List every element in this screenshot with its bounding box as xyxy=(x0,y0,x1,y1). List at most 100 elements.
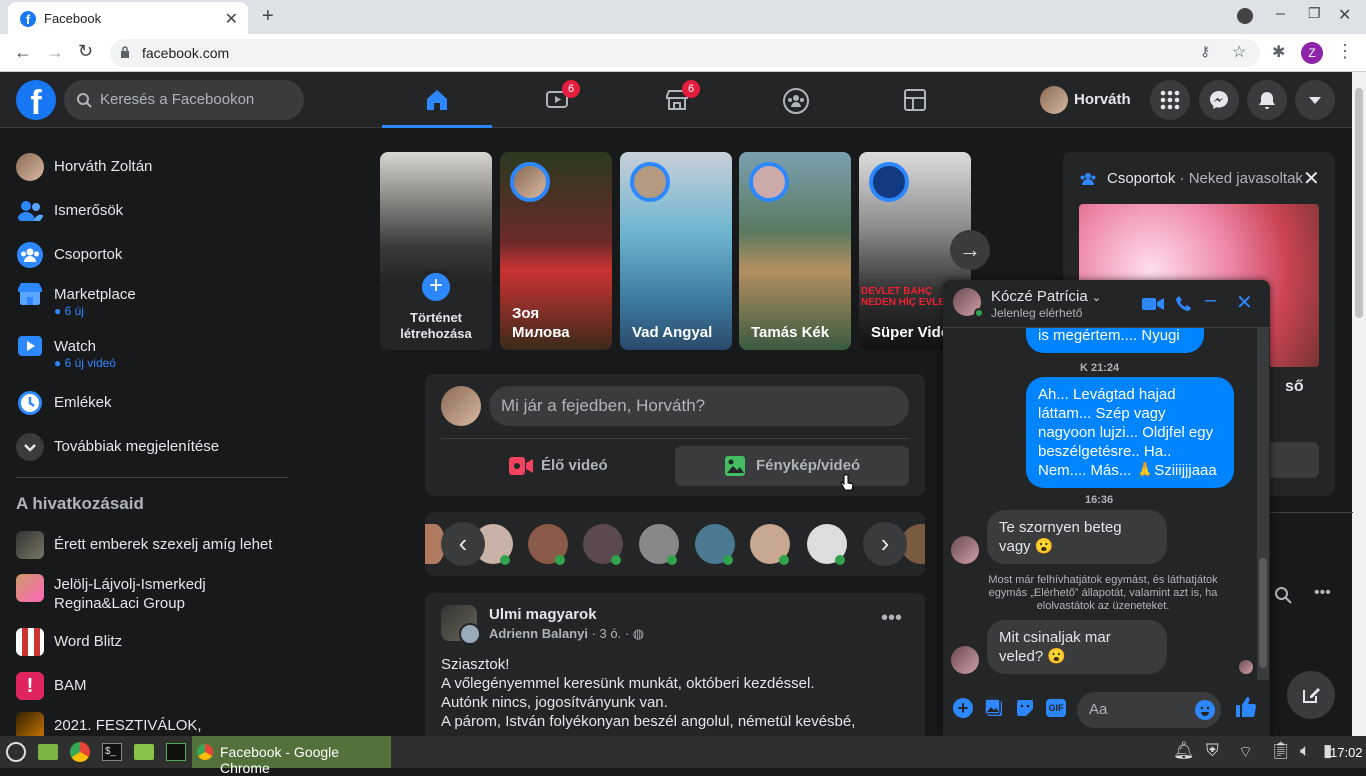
tab-search-icon[interactable] xyxy=(1237,8,1253,24)
divider xyxy=(16,477,288,478)
sidebar-item-label: Emlékek xyxy=(54,394,112,411)
post-time[interactable]: 3 ó. xyxy=(600,626,622,641)
volume-icon[interactable]: 🔈︎ xyxy=(1300,741,1310,761)
nav-groups[interactable] xyxy=(740,72,850,128)
photo-video-button[interactable]: Fénykép/videó xyxy=(675,446,909,486)
wifi-icon[interactable]: ⌔ xyxy=(1238,742,1253,762)
marketplace-badge: 6 xyxy=(682,80,700,98)
avatar[interactable] xyxy=(459,623,481,645)
terminal-icon[interactable]: $_ xyxy=(102,743,122,761)
key-icon[interactable]: ⚷ xyxy=(1200,43,1210,60)
post-group-name[interactable]: Ulmi magyarok xyxy=(489,606,597,623)
clipboard-icon[interactable]: 📋︎ xyxy=(1270,741,1292,761)
phone-icon[interactable] xyxy=(1175,295,1193,313)
sidebar-item-memories[interactable]: Emlékek xyxy=(16,381,296,425)
chat-contact-button[interactable]: Kóczé Patrícia ⌄ xyxy=(991,288,1101,305)
files-icon[interactable] xyxy=(134,744,154,760)
chrome-launcher-icon[interactable] xyxy=(70,742,90,762)
scrollbar-thumb[interactable] xyxy=(1259,558,1267,668)
story-card[interactable]: Зоя Милова xyxy=(500,152,612,350)
menu-button[interactable] xyxy=(1150,80,1190,120)
sidebar-show-more[interactable]: Továbbiak megjelenítése xyxy=(16,425,296,469)
page-scrollbar[interactable] xyxy=(1352,72,1366,736)
sidebar-item-watch[interactable]: Watch ● 6 új videó xyxy=(16,324,296,374)
notifications-button[interactable] xyxy=(1247,80,1287,120)
new-tab-icon[interactable]: + xyxy=(262,5,274,28)
notifications-icon[interactable]: 🔔︎ xyxy=(1173,741,1195,761)
minimize-chat-icon[interactable]: – xyxy=(1205,289,1216,312)
chevron-down-icon xyxy=(16,433,44,461)
watch-icon xyxy=(18,336,42,356)
story-overlay-text: NEDEN HİÇ EVLEN xyxy=(861,297,953,308)
show-desktop-icon[interactable] xyxy=(38,744,58,760)
shortcut-item[interactable]: ! BAM xyxy=(16,664,296,708)
sidebar-item-friends[interactable]: Ismerősök xyxy=(16,189,296,233)
bookmark-star-icon[interactable]: ☆ xyxy=(1232,42,1246,62)
post-more-button[interactable]: ••• xyxy=(881,607,902,630)
shortcut-item[interactable]: Word Blitz xyxy=(16,620,296,664)
reload-icon[interactable]: ↻ xyxy=(78,41,93,62)
messenger-button[interactable] xyxy=(1199,80,1239,120)
post-author[interactable]: Adrienn Balanyi xyxy=(489,626,588,641)
chevron-down-icon xyxy=(1309,97,1321,104)
rooms-prev-button[interactable]: ‹ xyxy=(441,522,485,566)
minimize-window-icon[interactable]: – xyxy=(1276,5,1285,23)
rooms-next-button[interactable]: › xyxy=(863,522,907,566)
facebook-logo-icon[interactable]: f xyxy=(16,80,56,120)
extensions-icon[interactable]: ✱ xyxy=(1272,42,1285,62)
story-card[interactable]: Tamás Kék xyxy=(739,152,851,350)
shortcut-item[interactable]: Érett emberek szexelj amíg lehet xyxy=(16,523,296,567)
close-window-icon[interactable]: ✕ xyxy=(1338,5,1351,25)
sticker-icon[interactable] xyxy=(1015,698,1035,718)
emoji-icon[interactable] xyxy=(1195,700,1215,720)
tab-title: Facebook xyxy=(44,11,102,26)
clock[interactable]: 17:02 xyxy=(1330,745,1363,760)
close-icon[interactable]: ✕ xyxy=(1303,166,1320,191)
nav-watch[interactable]: 6 xyxy=(502,72,612,128)
forward-icon[interactable]: → xyxy=(46,42,64,63)
nav-marketplace[interactable]: 6 xyxy=(622,72,732,128)
nav-home[interactable] xyxy=(382,72,492,128)
browser-menu-icon[interactable]: ⋮ xyxy=(1336,41,1354,62)
shield-icon[interactable]: ⛨ xyxy=(1206,741,1219,761)
system-monitor-icon[interactable] xyxy=(166,743,186,761)
online-dot xyxy=(974,308,984,318)
avatar xyxy=(441,386,481,426)
video-call-icon[interactable] xyxy=(1142,296,1164,312)
close-tab-icon[interactable]: ✕ xyxy=(225,9,238,29)
search-icon[interactable] xyxy=(1274,586,1292,604)
scrollbar-thumb[interactable] xyxy=(1355,88,1363,318)
photo-icon[interactable] xyxy=(984,698,1004,718)
stories-next-button[interactable]: → xyxy=(950,230,990,270)
chat-scrollbar[interactable] xyxy=(1257,328,1269,680)
story-card[interactable]: Vad Angyal xyxy=(620,152,732,350)
profile-avatar[interactable]: Z xyxy=(1301,42,1323,64)
thumbs-up-icon[interactable] xyxy=(1235,696,1257,718)
taskbar-chrome-window[interactable]: Facebook - Google Chrome xyxy=(192,736,391,776)
sidebar-item-marketplace[interactable]: Marketplace ● 6 új xyxy=(16,272,296,322)
create-story-card[interactable]: + Történet létrehozása xyxy=(380,152,492,350)
marketplace-icon xyxy=(18,283,42,305)
new-message-button[interactable] xyxy=(1287,671,1335,719)
composer-input[interactable]: Mi jár a fejedben, Horváth? xyxy=(489,386,909,426)
shortcut-item[interactable]: 2021. FESZTIVÁLOK, xyxy=(16,704,296,736)
address-bar[interactable]: facebook.com ⚷ ☆ xyxy=(110,39,1260,67)
header-user-name: Horváth xyxy=(1074,91,1131,108)
maximize-window-icon[interactable]: ❐ xyxy=(1308,5,1321,22)
sidebar-item-groups[interactable]: Csoportok xyxy=(16,233,296,277)
account-button[interactable] xyxy=(1295,80,1335,120)
mint-menu-icon[interactable] xyxy=(6,742,26,762)
chat-input[interactable]: Aa xyxy=(1077,692,1221,728)
browser-tab[interactable]: f Facebook ✕ xyxy=(8,2,248,34)
sidebar-item-profile[interactable]: Horváth Zoltán xyxy=(16,145,296,189)
gif-icon[interactable]: GIF xyxy=(1046,699,1066,717)
close-chat-icon[interactable]: ✕ xyxy=(1236,290,1253,315)
feed-post: Ulmi magyarok Adrienn Balanyi · 3 ó. · ◍… xyxy=(425,593,925,736)
plus-icon[interactable]: + xyxy=(953,698,973,718)
back-icon[interactable]: ← xyxy=(14,42,32,63)
profile-button[interactable]: Horváth xyxy=(1036,82,1140,118)
shortcut-item[interactable]: Jelölj-Lájvolj-Ismerkedj Regina&Laci Gro… xyxy=(16,568,296,618)
contacts-more-button[interactable]: ••• xyxy=(1314,584,1331,602)
search-input[interactable]: Keresés a Facebookon xyxy=(64,80,304,120)
nav-gaming[interactable] xyxy=(860,72,970,128)
